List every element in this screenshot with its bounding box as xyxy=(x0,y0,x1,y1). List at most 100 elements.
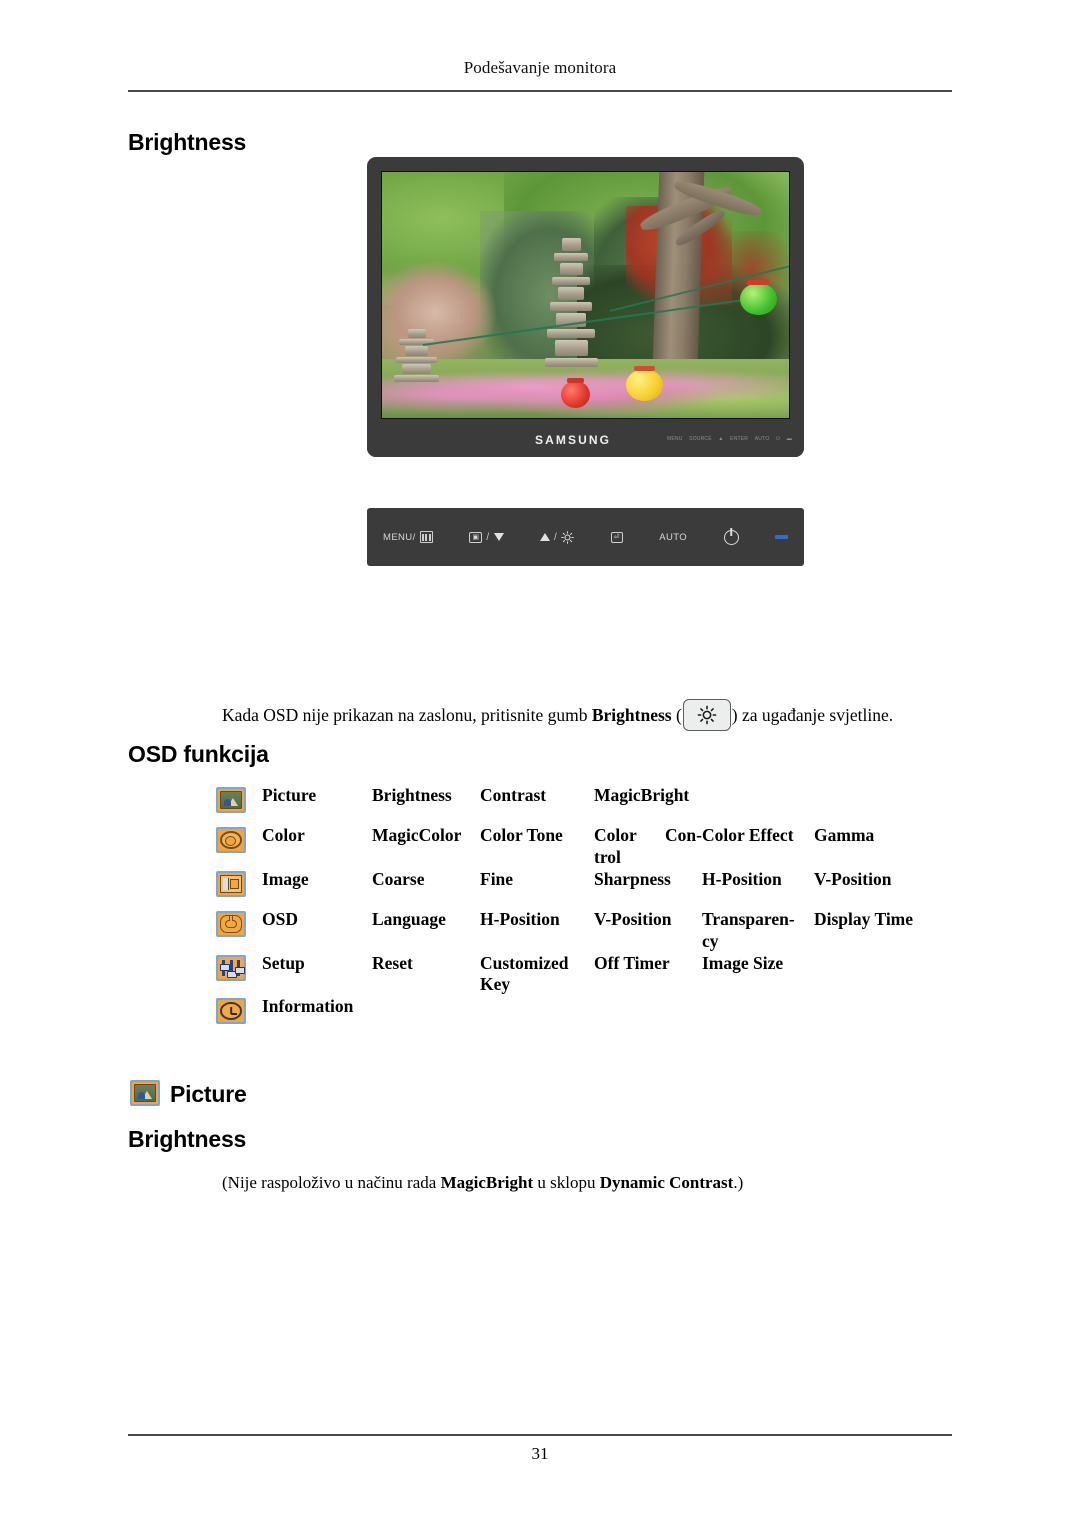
osd-item: H-Position xyxy=(702,868,782,889)
osd-item-part-second-line: Key xyxy=(480,974,511,995)
stone-pagoda-main xyxy=(544,238,598,373)
osd-item: Off Timer xyxy=(594,952,670,973)
power-button[interactable] xyxy=(723,529,739,545)
led-indicator xyxy=(774,535,788,539)
lantern-red xyxy=(561,378,590,409)
osd-item: Image Size xyxy=(702,952,784,973)
brightness-instruction-paragraph: Kada OSD nije prikazan na zaslonu, priti… xyxy=(222,699,962,731)
monitor-control-panel: MENU/ ▣ / / ⏎ AUTO xyxy=(367,508,804,566)
bezel-label-source: SOURCE xyxy=(689,436,712,442)
picture-icon xyxy=(216,787,246,813)
row-label: Color xyxy=(262,825,305,845)
footer-divider xyxy=(128,1434,952,1436)
osd-item-part-first-line: Customized xyxy=(480,952,569,973)
page-title-brightness: Brightness xyxy=(128,129,247,155)
source-icon: ▣ xyxy=(469,531,483,543)
row-icon-cell xyxy=(216,785,262,818)
table-row: Picture Brightness Contrast MagicBright xyxy=(216,785,946,825)
section-title-picture: Picture xyxy=(170,1081,247,1107)
image-icon xyxy=(216,870,246,897)
bezel-label-menu: MENU xyxy=(667,436,683,442)
bezel-label-enter: ENTER xyxy=(730,436,749,442)
brightness-button-icon xyxy=(682,699,731,731)
note-bold-dynamic-contrast: Dynamic Contrast xyxy=(599,1173,734,1192)
picture-heading-icon-wrap xyxy=(130,1080,160,1111)
enter-icon: ⏎ xyxy=(610,531,623,543)
osd-item: Color Tone xyxy=(480,825,563,845)
power-icon xyxy=(723,529,739,545)
sun-icon xyxy=(561,530,574,544)
osd-item-part-first-line: Transparen- xyxy=(702,908,795,929)
table-row: Setup Reset Customized Key Off Timer Ima… xyxy=(216,953,946,997)
note-text-part3: .) xyxy=(733,1173,744,1192)
setup-icon xyxy=(216,954,246,981)
instruction-paren-open: ( xyxy=(671,705,682,725)
row-icon-cell xyxy=(216,869,262,902)
auto-button[interactable]: AUTO xyxy=(659,532,687,543)
separator-slash: / xyxy=(486,531,490,543)
osd-item: Display Time xyxy=(814,908,914,929)
osd-item-wrapped: Transparen- cy xyxy=(702,909,814,953)
table-row: Color MagicColor Color Tone Color Con- t… xyxy=(216,825,946,869)
osd-item-part-left: Color xyxy=(594,825,637,845)
osd-item-wrapped: Customized Key xyxy=(480,953,594,997)
section-title-osd-funkcija: OSD funkcija xyxy=(128,741,269,767)
bezel-label-power: ⏻ xyxy=(775,436,781,442)
bezel-label-auto: AUTO xyxy=(754,436,770,442)
osd-menu-icon xyxy=(216,910,246,937)
triangle-down-icon xyxy=(493,533,504,541)
row-icon-cell xyxy=(216,996,262,1029)
table-row: OSD Language H-Position V-Position Trans… xyxy=(216,909,946,953)
menu-bars-icon xyxy=(419,531,433,543)
note-text-part2: u sklopu xyxy=(533,1173,600,1192)
stone-pagoda-small xyxy=(394,329,439,403)
row-label: OSD xyxy=(262,908,298,929)
instruction-text-after: ) za ugađanje svjetline. xyxy=(731,705,894,725)
document-page: Podešavanje monitora Brightness SAMSUNG … xyxy=(0,0,1080,1527)
menu-button[interactable]: MENU/ xyxy=(383,531,433,543)
osd-item: Fine xyxy=(480,868,514,889)
osd-item: Coarse xyxy=(372,868,425,889)
source-down-button[interactable]: ▣ / xyxy=(469,531,504,543)
subsection-title-brightness: Brightness xyxy=(128,1126,247,1152)
instruction-text-before: Kada OSD nije prikazan na zaslonu, priti… xyxy=(222,705,592,725)
separator-slash: / xyxy=(554,531,558,543)
availability-note-paragraph: (Nije raspoloživo u načinu rada MagicBri… xyxy=(222,1172,962,1195)
information-icon xyxy=(216,998,246,1025)
osd-item: Language xyxy=(372,908,446,929)
osd-item: MagicBright xyxy=(594,785,690,805)
osd-item: Brightness xyxy=(372,785,452,805)
osd-item: MagicColor xyxy=(372,825,462,845)
row-label: Setup xyxy=(262,952,305,973)
row-icon-cell xyxy=(216,953,262,986)
note-bold-magicbright: MagicBright xyxy=(440,1173,534,1192)
color-icon xyxy=(216,827,246,853)
enter-button[interactable]: ⏎ xyxy=(610,531,623,543)
bezel-control-labels: MENU SOURCE ▲ ENTER AUTO ⏻ ▬ xyxy=(667,436,792,442)
row-icon-cell xyxy=(216,909,262,942)
osd-item: H-Position xyxy=(480,908,560,929)
up-brightness-button[interactable]: / xyxy=(540,530,574,544)
osd-item: V-Position xyxy=(594,908,672,929)
osd-item: Gamma xyxy=(814,825,875,845)
instruction-bold-brightness: Brightness xyxy=(591,705,672,725)
lantern-green xyxy=(740,279,777,315)
osd-item: V-Position xyxy=(814,868,892,889)
row-label: Information xyxy=(262,996,354,1017)
osd-item-wrapped: Color Con- trol xyxy=(594,825,702,869)
bezel-label-led: ▬ xyxy=(786,436,792,442)
osd-item: Contrast xyxy=(480,785,547,805)
monitor-screen xyxy=(381,171,790,419)
header-divider xyxy=(128,90,952,92)
osd-item-part-right: Con- xyxy=(665,825,702,845)
osd-item: Color Effect xyxy=(702,825,794,845)
note-text-part1: (Nije raspoloživo u načinu rada xyxy=(222,1173,441,1192)
bezel-label-up: ▲ xyxy=(718,436,724,442)
running-header: Podešavanje monitora xyxy=(463,58,617,77)
row-icon-cell xyxy=(216,825,262,858)
osd-item-part-second-line: cy xyxy=(702,930,719,951)
osd-item: Reset xyxy=(372,952,413,973)
page-number: 31 xyxy=(531,1444,549,1463)
osd-item-part-second-line: trol xyxy=(594,846,621,867)
garden-photo xyxy=(382,172,789,418)
